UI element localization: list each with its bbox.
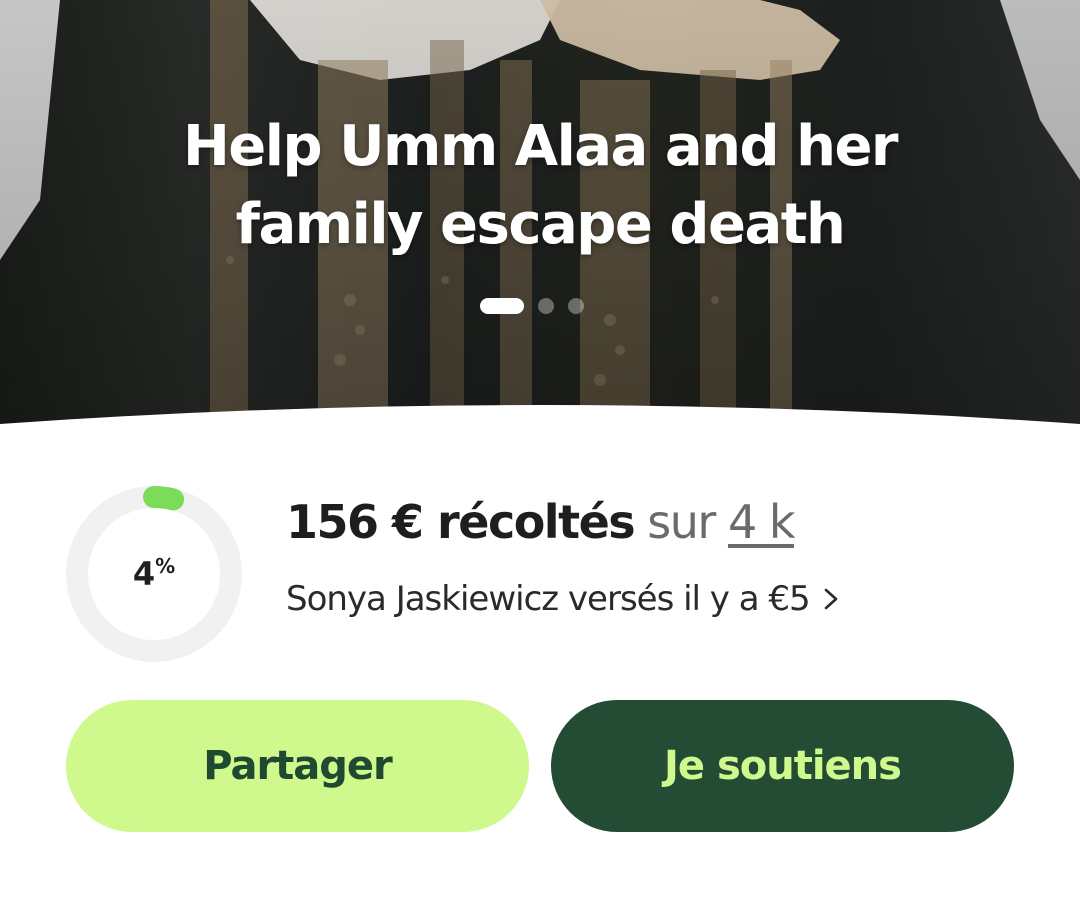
progress-percent-value: 4 [132, 555, 156, 593]
curved-divider [0, 405, 1080, 446]
latest-donation-text: Sonya Jaskiewicz versés il y a €5 [286, 579, 811, 619]
funding-summary: 156 € récoltés sur 4 k [286, 492, 796, 552]
goal-separator: sur [647, 495, 716, 549]
progress-percent: 4% [66, 486, 242, 662]
support-button-label: Je soutiens [664, 743, 902, 789]
support-button[interactable]: Je soutiens [551, 700, 1014, 832]
campaign-title-line-2: family escape death [235, 192, 846, 257]
share-button[interactable]: Partager [66, 700, 529, 832]
share-button-label: Partager [203, 743, 393, 789]
progress-percent-sign: % [155, 554, 176, 578]
carousel-dot-3[interactable] [568, 298, 584, 314]
carousel-dot-1[interactable] [480, 298, 524, 314]
carousel-dot-2[interactable] [538, 298, 554, 314]
campaign-title-line-1: Help Umm Alaa and her [182, 114, 899, 179]
campaign-hero[interactable]: Help Umm Alaa and her family escape deat… [0, 0, 1080, 440]
carousel-indicator [480, 297, 584, 315]
goal-amount-link[interactable]: 4 k [728, 495, 796, 549]
raised-amount: 156 € récoltés [286, 495, 636, 549]
campaign-title: Help Umm Alaa and her family escape deat… [140, 108, 940, 264]
latest-donation-link[interactable]: Sonya Jaskiewicz versés il y a €5 [286, 576, 842, 622]
chevron-right-icon [824, 588, 837, 610]
funding-progress-ring: 4% [66, 486, 242, 662]
